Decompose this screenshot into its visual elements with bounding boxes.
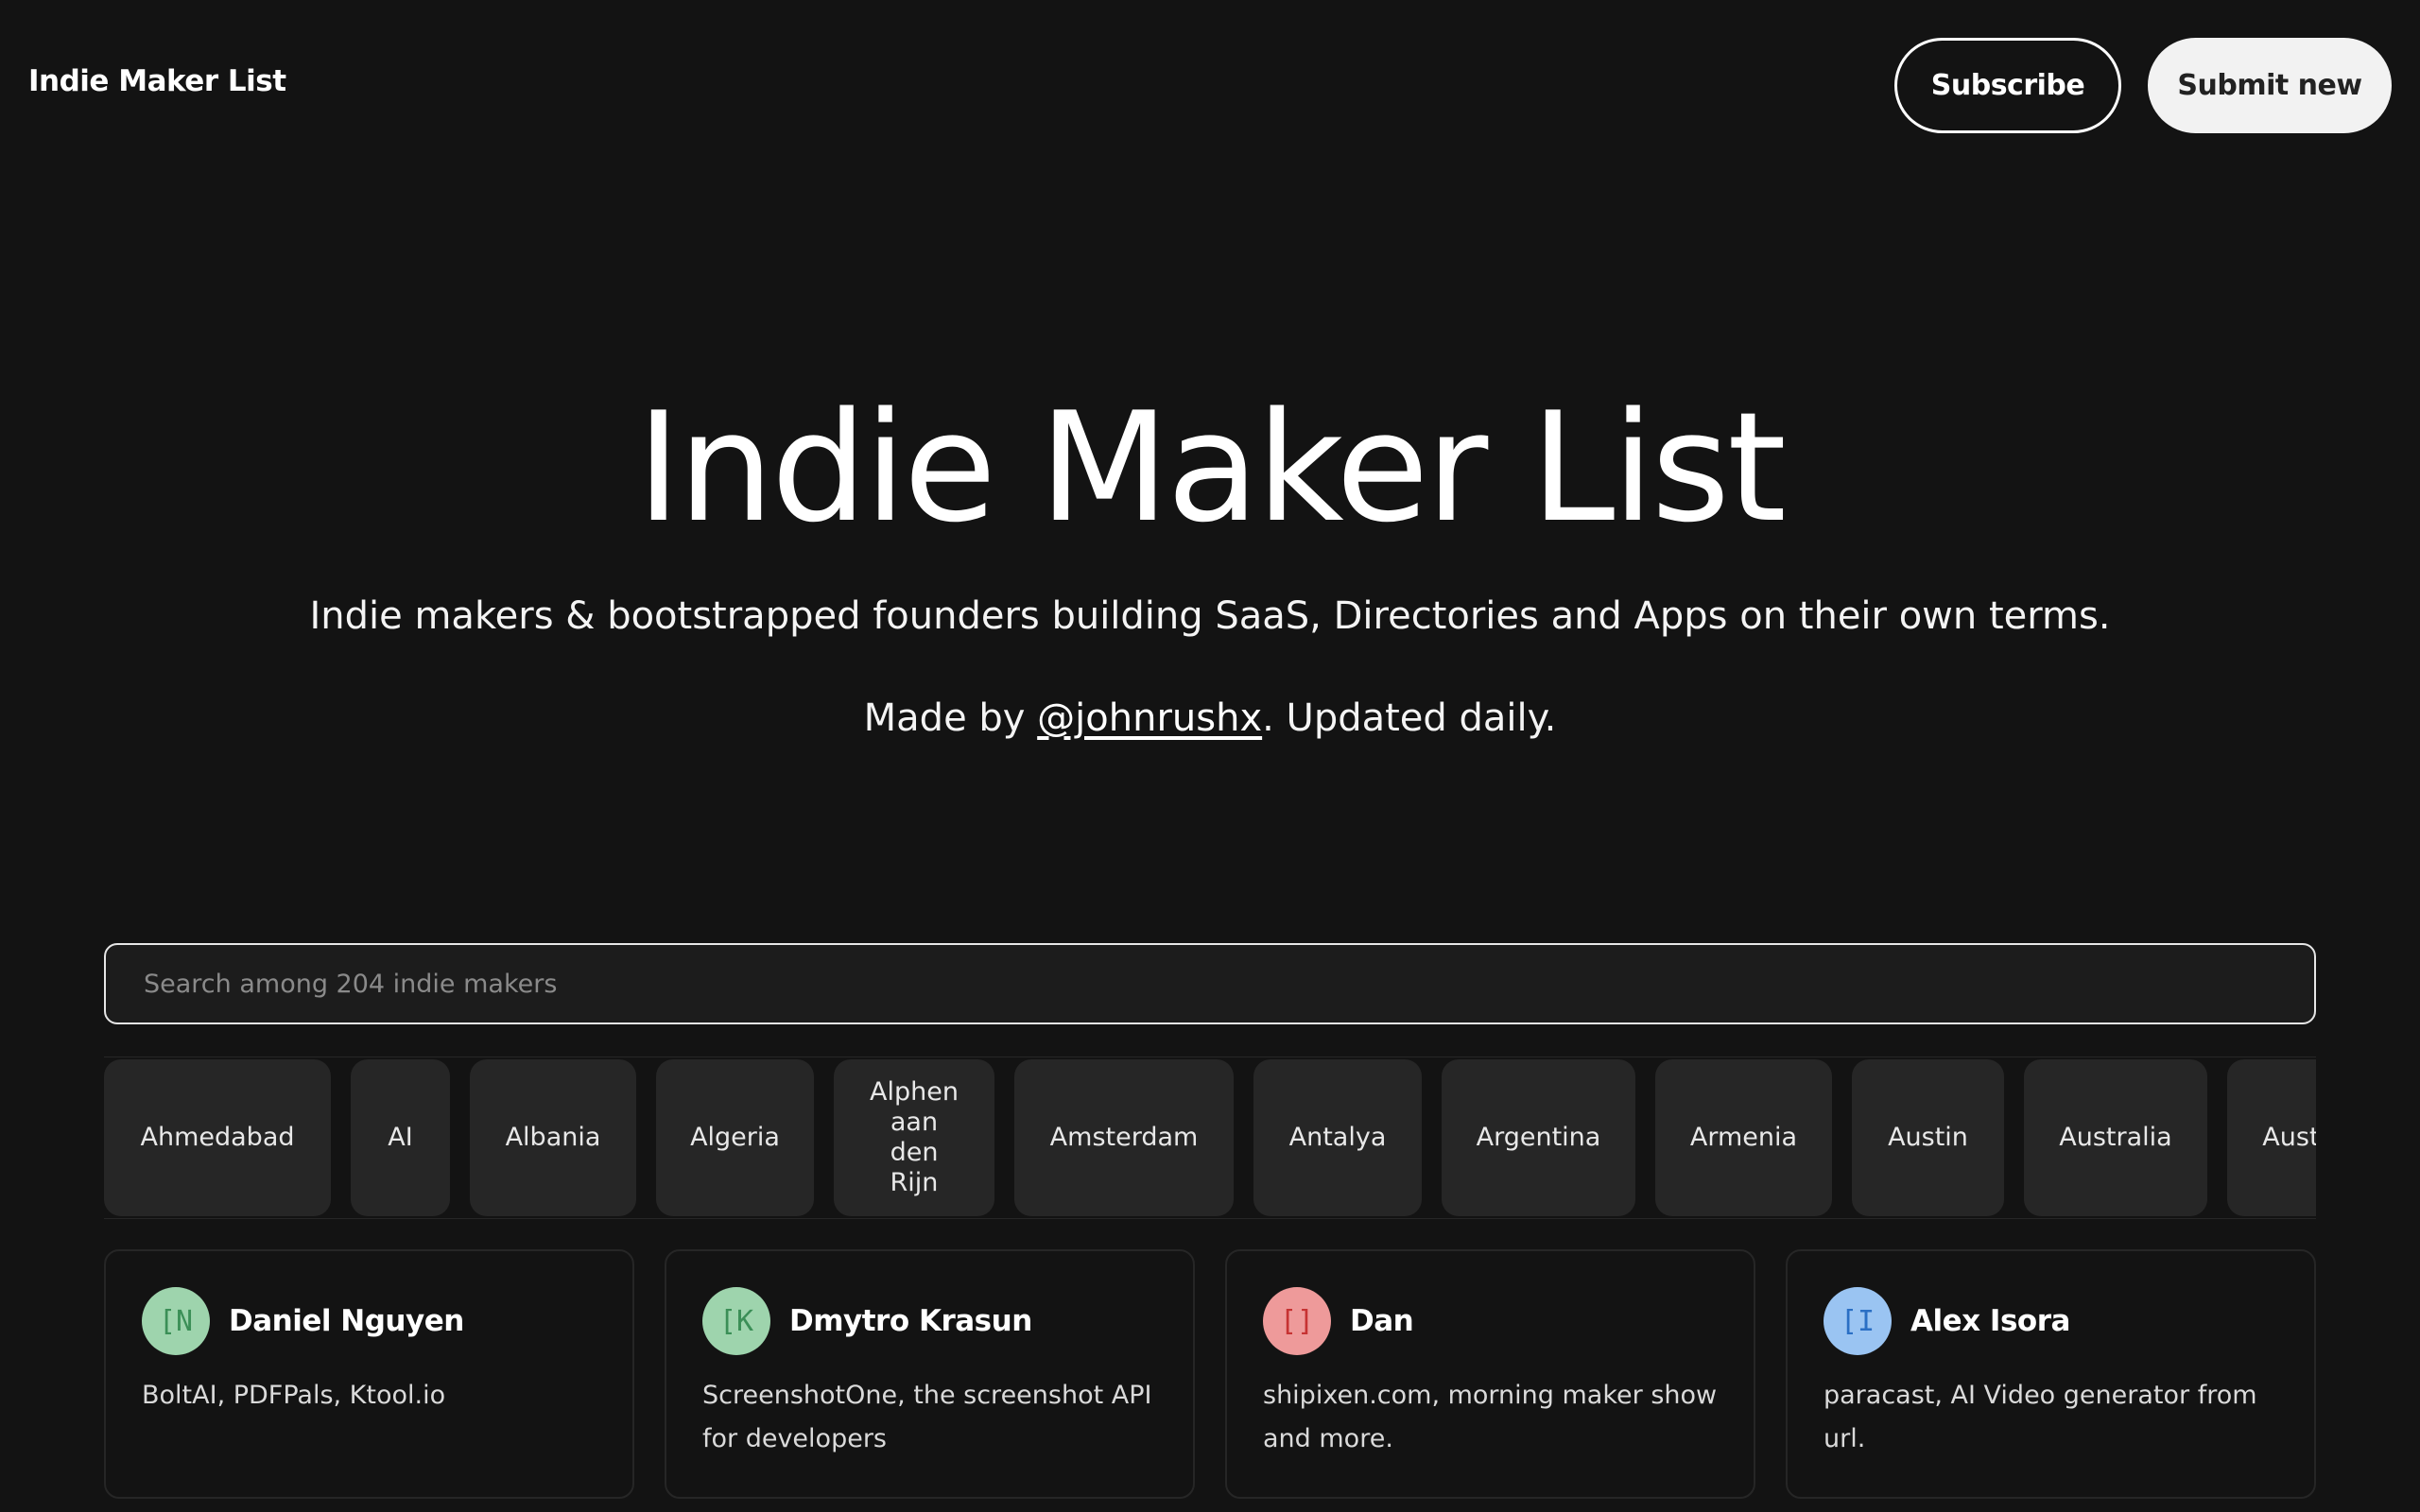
- maker-description: paracast, AI Video generator from url.: [1824, 1381, 2257, 1453]
- search-input[interactable]: [144, 969, 2314, 999]
- tag-austria[interactable]: Austria: [2227, 1059, 2316, 1216]
- tag-argentina[interactable]: Argentina: [1442, 1059, 1635, 1216]
- maker-description: shipixen.com, morning maker show and mor…: [1263, 1381, 1718, 1453]
- hero-credit: Made by @johnrushx. Updated daily.: [0, 692, 2420, 745]
- author-link[interactable]: @johnrushx: [1037, 696, 1262, 740]
- search-box: [104, 943, 2316, 1024]
- maker-card[interactable]: [N Daniel Nguyen BoltAI, PDFPals, Ktool.…: [104, 1249, 634, 1499]
- tag-amsterdam[interactable]: Amsterdam: [1014, 1059, 1234, 1216]
- page-title: Indie Maker List: [636, 379, 1787, 556]
- tag-alphen-aan-den-rijn[interactable]: Alphen aan den Rijn: [834, 1059, 994, 1216]
- subscribe-button[interactable]: Subscribe: [1894, 38, 2121, 133]
- avatar: [K: [702, 1287, 770, 1355]
- maker-description: ScreenshotOne, the screenshot API for de…: [702, 1381, 1152, 1453]
- page: Indie Maker List Subscribe Submit new In…: [0, 0, 2420, 1512]
- card-header: [I Alex Isora: [1824, 1287, 2278, 1355]
- maker-name: Daniel Nguyen: [229, 1304, 464, 1338]
- maker-name: Dmytro Krasun: [789, 1304, 1032, 1338]
- card-header: [] Dan: [1263, 1287, 1718, 1355]
- avatar: []: [1263, 1287, 1331, 1355]
- credit-suffix: . Updated daily.: [1262, 696, 1557, 740]
- tag-austin[interactable]: Austin: [1852, 1059, 2004, 1216]
- tag-ahmedabad[interactable]: Ahmedabad: [104, 1059, 331, 1216]
- header-actions: Subscribe Submit new: [1894, 38, 2392, 133]
- credit-prefix: Made by: [863, 696, 1038, 740]
- tag-ai[interactable]: AI: [351, 1059, 450, 1216]
- maker-description: BoltAI, PDFPals, Ktool.io: [142, 1381, 446, 1410]
- hero-subtitle: Indie makers & bootstrapped founders bui…: [309, 594, 2111, 638]
- maker-name: Dan: [1350, 1304, 1414, 1338]
- tag-australia[interactable]: Australia: [2024, 1059, 2207, 1216]
- tag-filter-bar[interactable]: Ahmedabad AI Albania Algeria Alphen aan …: [104, 1057, 2316, 1219]
- tag-albania[interactable]: Albania: [470, 1059, 636, 1216]
- tag-list: Ahmedabad AI Albania Algeria Alphen aan …: [104, 1057, 2316, 1218]
- tag-armenia[interactable]: Armenia: [1655, 1059, 1832, 1216]
- card-header: [N Daniel Nguyen: [142, 1287, 596, 1355]
- tag-antalya[interactable]: Antalya: [1253, 1059, 1422, 1216]
- maker-card[interactable]: [I Alex Isora paracast, AI Video generat…: [1786, 1249, 2316, 1499]
- maker-grid: [N Daniel Nguyen BoltAI, PDFPals, Ktool.…: [104, 1249, 2316, 1512]
- maker-name: Alex Isora: [1910, 1304, 2070, 1338]
- card-header: [K Dmytro Krasun: [702, 1287, 1157, 1355]
- avatar: [I: [1824, 1287, 1892, 1355]
- tag-algeria[interactable]: Algeria: [656, 1059, 814, 1216]
- avatar: [N: [142, 1287, 210, 1355]
- brand-logo[interactable]: Indie Maker List: [28, 64, 286, 98]
- maker-card[interactable]: [] Dan shipixen.com, morning maker show …: [1225, 1249, 1755, 1499]
- submit-new-button[interactable]: Submit new: [2148, 38, 2392, 133]
- maker-card[interactable]: [K Dmytro Krasun ScreenshotOne, the scre…: [665, 1249, 1195, 1499]
